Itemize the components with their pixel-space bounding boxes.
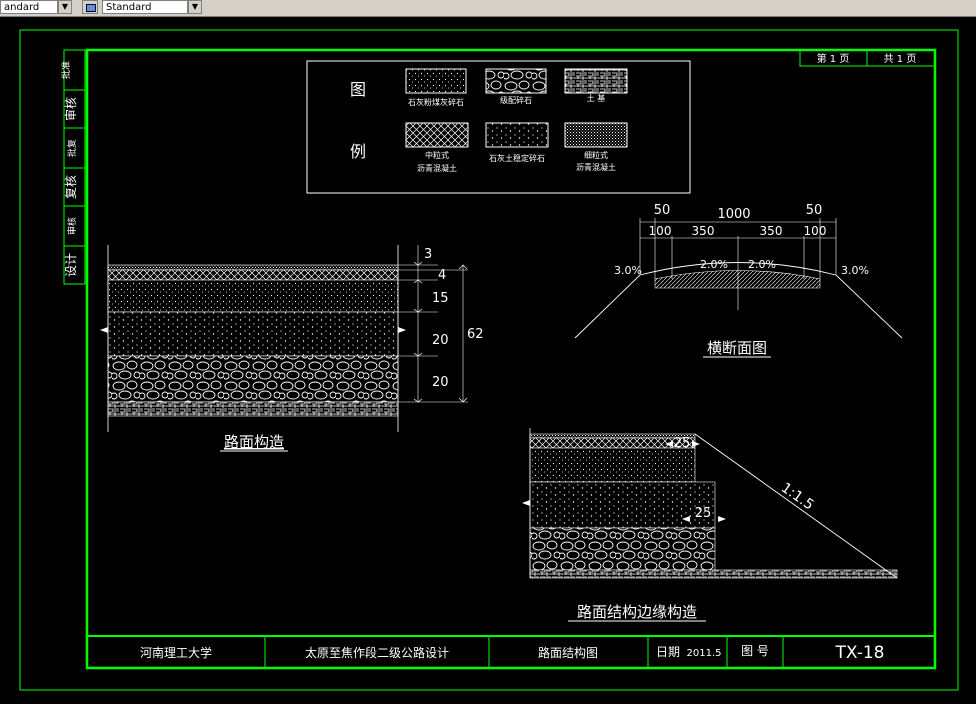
legend-label-2: 沥青混凝土 — [417, 163, 457, 173]
dim-style-combo[interactable]: Standard — [102, 0, 188, 14]
side-label-review: 审核 — [63, 97, 78, 121]
dim-label: 25 — [695, 506, 712, 521]
dim-label: 3 — [424, 247, 432, 262]
text-style-combo[interactable]: andard — [0, 0, 58, 14]
cad-drawing-canvas[interactable]: 批准 审核 批复 复核 审核 设计 第 1 页 共 1 页 图 例 石灰粉煤灰碎… — [0, 16, 976, 704]
dim-style-icon[interactable] — [82, 0, 98, 14]
legend-label: 石灰粉煤灰碎石 — [408, 97, 464, 107]
chevron-down-icon[interactable]: ▼ — [188, 0, 202, 14]
slope-label: 3.0% — [614, 264, 642, 277]
drawing-no-label: 图 号 — [741, 644, 769, 658]
legend-label-2: 沥青混凝土 — [576, 162, 616, 172]
legend-swatch-brick — [564, 68, 628, 94]
legend-title-2: 例 — [350, 142, 366, 161]
cross-section-drawing: 50 1000 50 100 350 350 100 2.0% 2.0% 3.0… — [574, 203, 903, 358]
pavement-structure-title: 路面构造 — [224, 433, 284, 451]
legend-label: 级配碎石 — [500, 95, 532, 105]
side-stamp-3: 审核 — [66, 217, 78, 235]
dim-label-total: 62 — [467, 327, 484, 342]
side-label-check: 复核 — [64, 175, 78, 199]
style-toolbar: andard ▼ Standard ▼ — [0, 0, 976, 17]
school-name: 河南理工大学 — [140, 645, 212, 660]
dim-label: 15 — [432, 291, 449, 306]
drawing-name: 路面结构图 — [538, 645, 598, 660]
slope-label: 3.0% — [841, 264, 869, 277]
slope-ratio-label: 1:1.5 — [778, 480, 817, 514]
legend-label: 细粒式 — [584, 150, 608, 160]
slope-label: 2.0% — [700, 258, 728, 271]
dim-label: 350 — [760, 224, 783, 238]
page-number-box: 第 1 页 共 1 页 — [799, 49, 936, 67]
slope-label: 2.0% — [748, 258, 776, 271]
pavement-structure-drawing: 3 4 15 20 20 62 路面构造 — [100, 245, 484, 452]
legend-swatch-dots-medium — [485, 122, 549, 148]
drawing-number: TX-18 — [835, 643, 885, 663]
legend-swatch-cobbles — [485, 68, 547, 94]
dim-label: 4 — [438, 268, 446, 283]
side-label-strip: 批准 审核 批复 复核 审核 设计 — [60, 49, 86, 285]
dim-label: 20 — [432, 375, 449, 390]
side-label-design: 设计 — [64, 253, 78, 277]
legend-swatch-crosshatch — [405, 122, 469, 148]
dim-label: 100 — [804, 224, 827, 238]
dim-label: 100 — [649, 224, 672, 238]
side-stamp-2: 批复 — [66, 139, 78, 157]
dim-label: 20 — [432, 333, 449, 348]
chevron-down-icon[interactable]: ▼ — [58, 0, 72, 14]
dim-label: 50 — [654, 203, 671, 218]
legend-swatch-dots — [405, 68, 467, 94]
dim-label: 25 — [674, 436, 691, 451]
legend-label: 中粒式 — [425, 150, 449, 160]
side-stamp-1: 批准 — [60, 61, 72, 79]
edge-detail-title: 路面结构边缘构造 — [577, 603, 697, 621]
date-label: 日期 — [656, 645, 680, 659]
cross-section-title: 横断面图 — [707, 339, 767, 357]
legend-label: 土 基 — [587, 93, 606, 103]
legend-title-1: 图 — [350, 80, 366, 99]
dim-label: 350 — [692, 224, 715, 238]
title-block: 河南理工大学 太原至焦作段二级公路设计 路面结构图 日期 2011.5 图 号 … — [87, 635, 935, 668]
edge-detail-drawing: 25 25 1:1.5 路面结构边缘构造 — [522, 428, 898, 622]
dim-label: 50 — [806, 203, 823, 218]
project-name: 太原至焦作段二级公路设计 — [305, 645, 449, 660]
legend-swatch-dense — [564, 122, 628, 148]
dim-label: 1000 — [717, 207, 750, 222]
legend-label: 石灰土稳定碎石 — [489, 153, 545, 163]
page-total: 共 1 页 — [884, 53, 917, 65]
legend-box: 图 例 石灰粉煤灰碎石 级配碎石 土 基 中粒式 沥青混凝土 石灰土稳定碎石 细… — [306, 60, 691, 194]
date-value: 2011.5 — [687, 648, 722, 659]
page-number: 第 1 页 — [817, 52, 850, 65]
